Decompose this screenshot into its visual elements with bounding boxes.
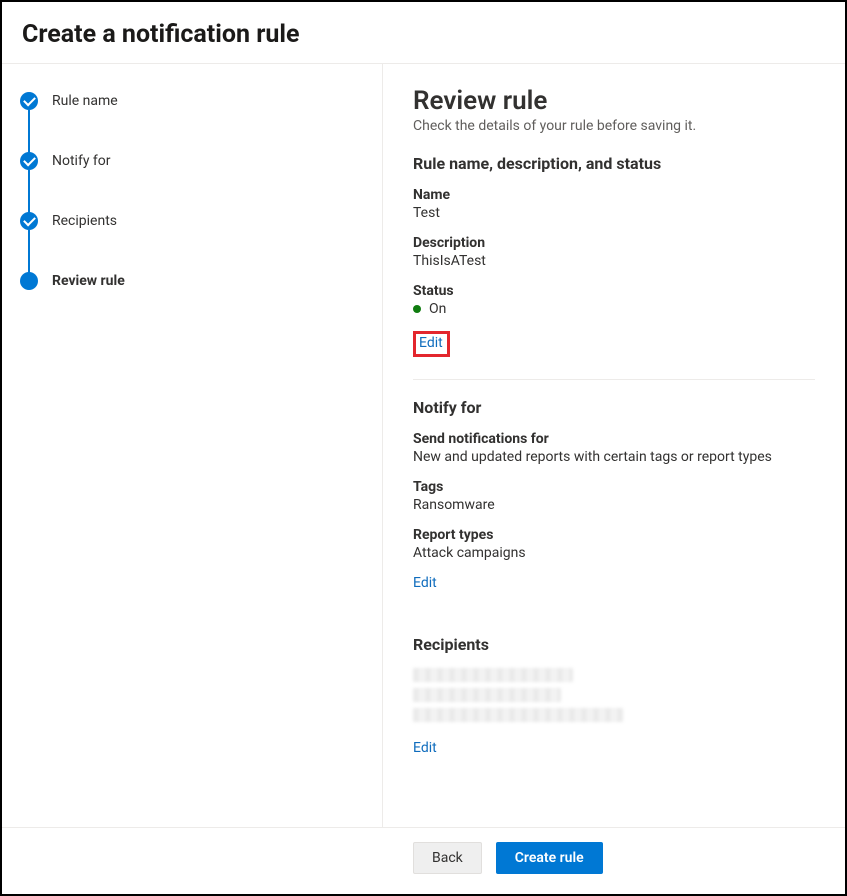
check-icon (20, 212, 38, 230)
current-step-icon (20, 272, 38, 290)
edit-recipients-button[interactable]: Edit (413, 740, 437, 756)
dialog-header: Create a notification rule (2, 2, 845, 64)
status-text: On (429, 301, 446, 317)
wizard-steps-sidebar: Rule name Notify for Recipients Review r… (2, 64, 383, 827)
field-name: Name Test (413, 187, 815, 221)
review-panel: Review rule Check the details of your ru… (383, 64, 845, 827)
dialog-title: Create a notification rule (22, 20, 825, 49)
field-value: Test (413, 205, 815, 221)
field-label: Name (413, 187, 815, 203)
review-heading: Review rule (413, 86, 815, 116)
redacted-line (413, 688, 561, 702)
field-label: Report types (413, 527, 815, 543)
field-label: Description (413, 235, 815, 251)
section-divider (413, 379, 815, 380)
field-tags: Tags Ransomware (413, 479, 815, 513)
redacted-line (413, 668, 573, 682)
edit-notify-button[interactable]: Edit (413, 575, 437, 591)
field-label: Send notifications for (413, 431, 815, 447)
back-button[interactable]: Back (413, 842, 482, 874)
field-value: ThisIsATest (413, 253, 815, 269)
dialog-body: Rule name Notify for Recipients Review r… (2, 64, 845, 827)
edit-basics-button[interactable]: Edit (419, 335, 443, 351)
review-subtitle: Check the details of your rule before sa… (413, 118, 815, 134)
field-send-notifications: Send notifications for New and updated r… (413, 431, 815, 465)
field-value: Ransomware (413, 497, 815, 513)
redacted-line (413, 708, 623, 722)
field-report-types: Report types Attack campaigns (413, 527, 815, 561)
section-title-basics: Rule name, description, and status (413, 154, 815, 173)
field-value: Attack campaigns (413, 545, 815, 561)
check-icon (20, 92, 38, 110)
section-title-notify: Notify for (413, 398, 815, 417)
recipients-list-redacted (413, 668, 815, 722)
wizard-step-review-rule[interactable]: Review rule (20, 272, 364, 290)
field-value: New and updated reports with certain tag… (413, 449, 815, 465)
dialog-create-notification-rule: Create a notification rule Rule name Not… (0, 0, 847, 896)
wizard-step-label: Rule name (52, 93, 118, 109)
step-connector (28, 230, 30, 274)
check-icon (20, 152, 38, 170)
field-value: On (413, 301, 815, 317)
wizard-step-label: Notify for (52, 153, 111, 169)
wizard-step-label: Recipients (52, 213, 117, 229)
section-title-recipients: Recipients (413, 635, 815, 654)
step-connector (28, 170, 30, 214)
highlight-box: Edit (413, 331, 450, 357)
field-label: Tags (413, 479, 815, 495)
wizard-step-recipients[interactable]: Recipients (20, 212, 364, 272)
field-status: Status On (413, 283, 815, 317)
wizard-step-label: Review rule (52, 273, 125, 289)
field-description: Description ThisIsATest (413, 235, 815, 269)
wizard-step-notify-for[interactable]: Notify for (20, 152, 364, 212)
dialog-footer: Back Create rule (2, 827, 845, 894)
wizard-step-rule-name[interactable]: Rule name (20, 92, 364, 152)
step-connector (28, 110, 30, 154)
create-rule-button[interactable]: Create rule (496, 842, 603, 874)
field-label: Status (413, 283, 815, 299)
status-dot-icon (413, 305, 421, 313)
